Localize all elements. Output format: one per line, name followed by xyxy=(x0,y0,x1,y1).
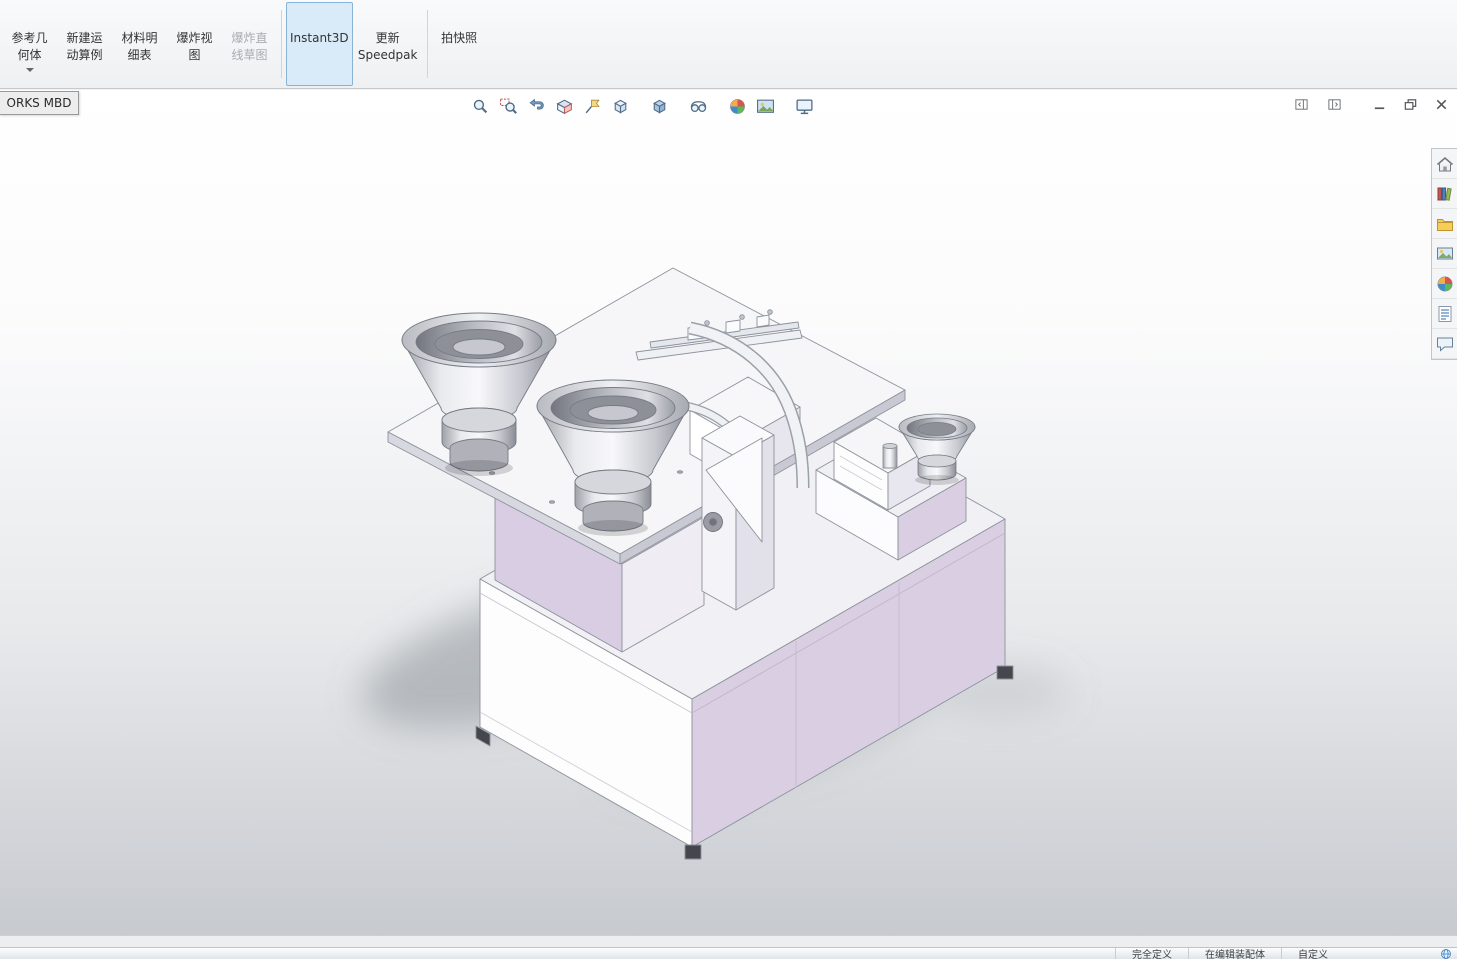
status-definition-state: 完全定义 xyxy=(1115,948,1188,959)
file-explorer-icon[interactable] xyxy=(1432,209,1457,239)
ribbon-label: 拍快照 xyxy=(441,30,477,47)
ribbon-label: 爆炸视 xyxy=(176,30,212,47)
ribbon-button-explode-line-sketch: 爆炸直 线草图 xyxy=(222,2,277,86)
solidworks-mbd-tab[interactable]: ORKS MBD xyxy=(0,91,79,115)
apply-scene-icon[interactable] xyxy=(753,95,778,118)
ribbon-label: 更新 xyxy=(376,30,400,47)
close-button[interactable] xyxy=(1434,97,1449,112)
appearances-icon[interactable] xyxy=(1432,269,1457,299)
ribbon-separator xyxy=(281,10,282,78)
ribbon-label: 参考几 xyxy=(11,30,47,47)
ribbon-button-instant3d[interactable]: Instant3D xyxy=(286,2,353,86)
ribbon-label: 动算例 xyxy=(66,47,102,64)
ribbon-button-bill-of-materials[interactable]: 材料明 细表 xyxy=(112,2,167,86)
graphics-area[interactable]: ORKS MBD xyxy=(0,90,1457,935)
status-bar: 完全定义 在编辑装配体 自定义 xyxy=(0,947,1457,959)
window-controls xyxy=(1294,97,1449,112)
annotation-views-icon[interactable] xyxy=(580,95,605,118)
restore-button[interactable] xyxy=(1403,97,1418,112)
ribbon-separator xyxy=(427,10,428,78)
display-style-icon[interactable] xyxy=(647,95,672,118)
solidworks-window: 参考几 何体 新建运 动算例 材料明 细表 爆炸视 图 xyxy=(0,0,1457,959)
task-pane-tabs xyxy=(1431,148,1457,360)
status-custom-tab[interactable]: 自定义 xyxy=(1281,948,1344,959)
ribbon-button-new-motion-study[interactable]: 新建运 动算例 xyxy=(57,2,112,86)
expand-pane-icon[interactable] xyxy=(1327,97,1342,112)
ribbon-label: 新建运 xyxy=(66,30,102,47)
home-icon[interactable] xyxy=(1432,149,1457,179)
ribbon-label: 材料明 xyxy=(121,30,157,47)
heads-up-view-toolbar xyxy=(468,95,828,118)
collapse-pane-icon[interactable] xyxy=(1294,97,1309,112)
minimize-button[interactable] xyxy=(1372,97,1387,112)
view-settings-icon[interactable] xyxy=(792,95,817,118)
ribbon-label: 线草图 xyxy=(231,47,267,64)
ribbon-label: Speedpak xyxy=(358,47,418,64)
ribbon-label: Instant3D xyxy=(290,30,349,47)
hide-show-items-icon[interactable] xyxy=(686,95,711,118)
ribbon-button-update-speedpak[interactable]: 更新 Speedpak xyxy=(353,2,423,86)
status-editing-mode: 在编辑装配体 xyxy=(1188,948,1281,959)
view-palette-icon[interactable] xyxy=(1432,239,1457,269)
globe-icon[interactable] xyxy=(1440,948,1452,959)
zoom-to-fit-icon[interactable] xyxy=(468,95,493,118)
ribbon-toolbar: 参考几 何体 新建运 动算例 材料明 细表 爆炸视 图 xyxy=(0,0,1457,89)
section-view-icon[interactable] xyxy=(552,95,577,118)
chevron-down-icon[interactable] xyxy=(26,68,34,72)
design-library-icon[interactable] xyxy=(1432,179,1457,209)
edit-appearance-icon[interactable] xyxy=(725,95,750,118)
ribbon-button-take-snapshot[interactable]: 拍快照 xyxy=(432,2,487,86)
ribbon-button-reference-geometry[interactable]: 参考几 何体 xyxy=(2,2,57,86)
zoom-to-area-icon[interactable] xyxy=(496,95,521,118)
ribbon-label: 爆炸直 xyxy=(231,30,267,47)
ribbon-label: 细表 xyxy=(127,47,151,64)
forum-icon[interactable] xyxy=(1432,329,1457,359)
ribbon-label: 何体 xyxy=(17,47,41,64)
ribbon-button-exploded-view[interactable]: 爆炸视 图 xyxy=(167,2,222,86)
previous-view-icon[interactable] xyxy=(524,95,549,118)
ribbon-label: 图 xyxy=(188,47,200,64)
view-orientation-icon[interactable] xyxy=(608,95,633,118)
tab-label: ORKS MBD xyxy=(7,96,72,110)
custom-properties-icon[interactable] xyxy=(1432,299,1457,329)
model-3d-view[interactable] xyxy=(0,90,1457,935)
